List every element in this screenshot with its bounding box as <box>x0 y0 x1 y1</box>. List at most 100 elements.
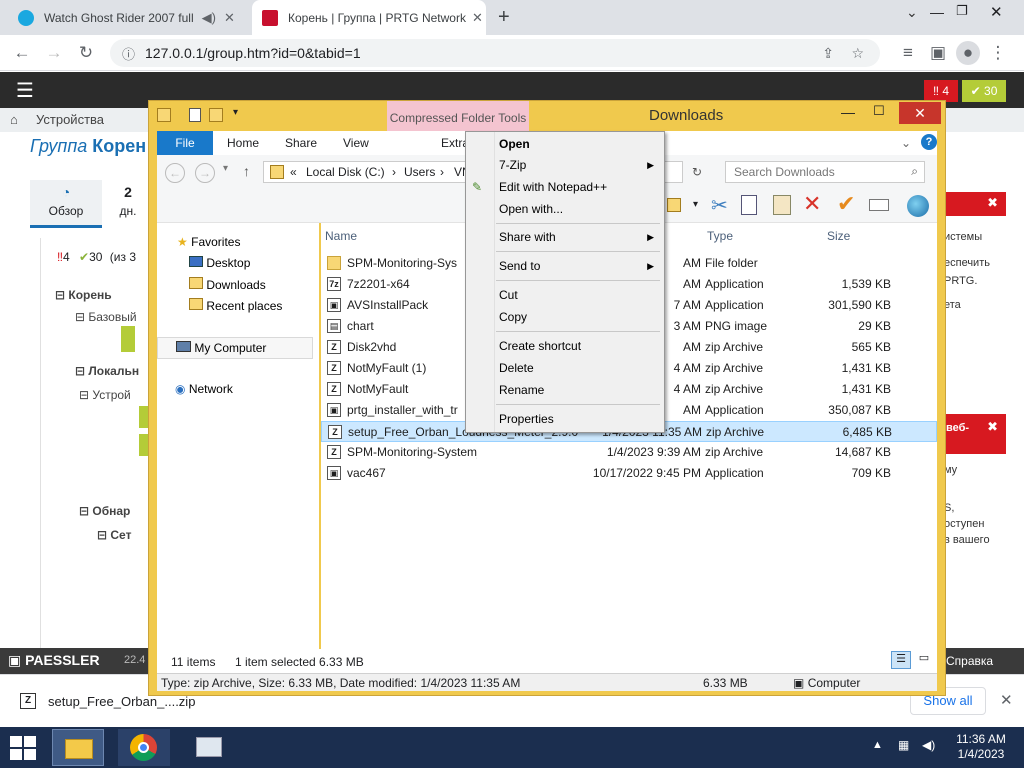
ribbon-tab-home[interactable]: Home <box>227 136 259 150</box>
ok-badge[interactable]: ✔ 30 <box>962 80 1006 102</box>
tab-prtg[interactable]: Корень | Группа | PRTG Network ✕ <box>252 0 486 35</box>
menu-open[interactable]: Open <box>466 134 664 155</box>
help-link[interactable]: Справка <box>946 654 993 668</box>
mute-icon[interactable]: ◀) <box>202 10 216 26</box>
chevron-down-icon[interactable]: ⌄ <box>906 4 918 21</box>
reload-icon[interactable]: ↻ <box>74 41 98 65</box>
help-icon[interactable]: ? <box>921 134 937 150</box>
crumb-local-disk[interactable]: Local Disk (C:) <box>306 165 385 179</box>
tree-discovery[interactable]: ⊟ Обнар <box>79 504 130 518</box>
close-icon[interactable]: ✕ <box>224 10 235 26</box>
file-row[interactable]: ▣ vac467 10/17/2022 9:45 PM Application 709 … <box>321 463 937 484</box>
monitor-taskbar-icon[interactable] <box>184 729 236 766</box>
close-window-icon[interactable]: ✕ <box>990 3 1003 21</box>
nav-network[interactable]: ◉ Network <box>175 382 233 396</box>
file-row[interactable]: Z SPM-Monitoring-System_v3.9.0.6 1/4/2023 … <box>321 442 937 463</box>
nav-recent-places[interactable]: Recent places <box>189 298 282 313</box>
menu-copy[interactable]: Copy <box>466 307 664 328</box>
compressed-folder-tools-tab[interactable]: Compressed Folder Tools <box>387 101 529 131</box>
folder-check-icon[interactable] <box>667 198 681 212</box>
column-name-header[interactable]: Name <box>325 229 357 243</box>
search-box[interactable]: Search Downloads ⌕ <box>725 161 925 183</box>
dropdown-icon[interactable]: ▾ <box>693 199 698 210</box>
back-icon[interactable]: ← <box>165 163 185 183</box>
menu-open-with[interactable]: Open with... <box>466 199 664 220</box>
crumb-users[interactable]: Users <box>404 165 435 179</box>
file-explorer-taskbar-icon[interactable] <box>52 729 104 766</box>
rename-icon[interactable] <box>869 199 889 211</box>
menu-icon[interactable]: ⋮ <box>986 41 1010 65</box>
profile-icon[interactable]: ● <box>956 41 980 65</box>
copy-icon[interactable] <box>741 195 757 215</box>
column-type-header[interactable]: Type <box>707 229 733 243</box>
menu-properties[interactable]: Properties <box>466 409 664 430</box>
up-icon[interactable]: ↑ <box>243 163 250 179</box>
check-icon[interactable]: ✔ <box>837 191 855 217</box>
details-view-icon[interactable]: ☰ <box>891 651 911 669</box>
tab-ghost-rider[interactable]: Watch Ghost Rider 2007 full ◀) ✕ <box>8 0 250 35</box>
nav-my-computer[interactable]: My Computer <box>157 337 313 359</box>
address-bar[interactable]: ⓘ 127.0.0.1/group.htm?id=0&tabid=1 ⇪ ☆ <box>110 39 880 67</box>
close-icon[interactable]: ✖ <box>987 195 998 211</box>
nav-downloads[interactable]: Downloads <box>189 277 266 292</box>
menu-cut[interactable]: Cut <box>466 285 664 306</box>
globe-icon[interactable] <box>907 195 929 217</box>
nav-favorites[interactable]: ★ Favorites <box>177 235 240 249</box>
ribbon-tab-share[interactable]: Share <box>285 136 317 150</box>
paste-icon[interactable] <box>773 195 791 215</box>
cut-icon[interactable]: ✂ <box>711 193 728 218</box>
windows-start-icon[interactable] <box>10 736 36 760</box>
tab-days[interactable]: 2 дн. <box>108 184 148 218</box>
sidebar-icon[interactable]: ▣ <box>926 41 950 65</box>
refresh-icon[interactable]: ↻ <box>692 165 702 179</box>
chrome-taskbar-icon[interactable] <box>118 729 170 766</box>
close-icon[interactable]: ✕ <box>1000 691 1013 709</box>
media-icon[interactable]: ≡ <box>896 41 920 65</box>
delete-icon[interactable]: ✕ <box>803 191 821 217</box>
menu-create-shortcut[interactable]: Create shortcut <box>466 336 664 357</box>
download-item[interactable]: setup_Free_Orban_....zip <box>48 694 195 709</box>
menu-send-to[interactable]: Send to ▶ <box>466 256 664 277</box>
menu-delete[interactable]: Delete <box>466 358 664 379</box>
column-size-header[interactable]: Size <box>827 229 850 243</box>
new-tab-icon[interactable]: + <box>498 6 510 29</box>
tree-network[interactable]: ⊟ Сет <box>97 528 131 542</box>
maximize-icon[interactable]: ☐ <box>873 103 885 119</box>
close-icon[interactable]: ✕ <box>472 10 483 26</box>
ribbon-tab-file[interactable]: File <box>157 131 213 155</box>
hamburger-icon[interactable]: ☰ <box>16 78 34 103</box>
tab-overview[interactable]: ◔ Обзор <box>30 180 102 228</box>
tree-probe[interactable]: ⊟ Базовый <box>75 310 137 324</box>
home-icon[interactable]: ⌂ <box>10 112 18 127</box>
breadcrumb-devices[interactable]: Устройства <box>36 112 104 127</box>
menu-7zip[interactable]: 7-Zip ▶ <box>466 155 664 176</box>
menu-rename[interactable]: Rename <box>466 380 664 401</box>
properties-icon[interactable] <box>189 108 201 122</box>
menu-share-with[interactable]: Share with ▶ <box>466 227 664 248</box>
menu-edit-notepad[interactable]: ✎ Edit with Notepad++ <box>466 177 664 198</box>
ribbon-tab-view[interactable]: View <box>343 136 369 150</box>
volume-icon[interactable]: ◀) <box>922 738 935 752</box>
network-icon[interactable]: ▦ <box>898 738 909 752</box>
tree-local[interactable]: ⊟ Локальн <box>75 364 139 378</box>
alarm-badge[interactable]: ‼ 4 <box>924 80 958 102</box>
new-folder-icon[interactable] <box>209 108 223 122</box>
recent-dropdown-icon[interactable]: ▾ <box>223 163 228 174</box>
large-icons-view-icon[interactable]: ▭ <box>915 651 933 669</box>
share-icon[interactable]: ⇪ <box>822 45 834 62</box>
clock[interactable]: 11:36 AM 1/4/2023 <box>950 732 1012 762</box>
star-icon[interactable]: ☆ <box>851 45 864 62</box>
forward-icon[interactable]: → <box>195 163 215 183</box>
nav-desktop[interactable]: Desktop <box>189 256 250 270</box>
back-icon[interactable]: ← <box>10 41 34 65</box>
tree-root[interactable]: ⊟ Корень <box>55 288 112 302</box>
minimize-icon[interactable]: — <box>930 4 944 20</box>
close-window-button[interactable]: ✕ <box>899 102 941 124</box>
sensor-ok[interactable] <box>121 326 135 352</box>
close-icon[interactable]: ✖ <box>987 419 998 435</box>
restore-icon[interactable]: ❐ <box>956 3 968 19</box>
qat-dropdown-icon[interactable]: ▾ <box>233 107 238 118</box>
forward-icon[interactable]: → <box>42 41 66 65</box>
minimize-icon[interactable]: — <box>841 104 855 120</box>
tray-chevron-icon[interactable]: ▲ <box>872 739 883 751</box>
